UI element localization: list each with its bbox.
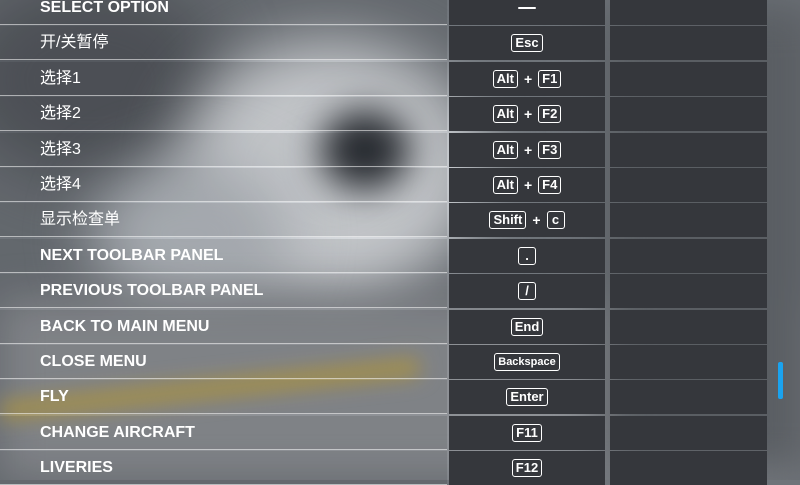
keybinding-row[interactable]: BACK TO MAIN MENU End [0, 309, 800, 344]
keybinding-row[interactable]: FLY Enter [0, 380, 800, 415]
keybinding-row[interactable]: PREVIOUS TOOLBAR PANEL / [0, 274, 800, 309]
action-label: CLOSE MENU [0, 345, 447, 379]
action-label: 选择1 [0, 61, 447, 96]
action-label: 选择4 [0, 168, 447, 202]
key-cap [518, 7, 536, 9]
keybinding-row[interactable]: CHANGE AIRCRAFT F11 [0, 415, 800, 450]
plus-sign: + [523, 177, 533, 193]
primary-binding-cell[interactable]: Esc [449, 26, 605, 61]
secondary-binding-cell[interactable] [610, 380, 767, 415]
keybinding-row[interactable]: NEXT TOOLBAR PANEL. [0, 238, 800, 273]
key-cap: / [518, 282, 536, 301]
primary-binding-cell[interactable]: Alt + F1 [449, 61, 605, 96]
keybinding-row[interactable]: 显示检查单 Shift + c [0, 203, 800, 238]
action-label: 选择3 [0, 132, 447, 167]
keybinding-row[interactable]: 开/关暂停 Esc [0, 26, 800, 61]
scrollbar-thumb[interactable] [778, 362, 783, 399]
secondary-binding-cell[interactable] [610, 274, 767, 309]
plus-sign: + [523, 70, 533, 87]
secondary-binding-cell[interactable] [610, 168, 767, 202]
action-label: 开/关暂停 [0, 26, 447, 61]
key-cap: Alt [492, 176, 518, 194]
action-label: 选择2 [0, 97, 447, 132]
key-cap: . [518, 246, 536, 265]
key-cap: Alt [492, 69, 518, 88]
action-label: BACK TO MAIN MENU [0, 309, 447, 344]
plus-sign: + [523, 106, 533, 123]
action-label: 显示检查单 [0, 203, 447, 238]
primary-binding-cell[interactable]: Shift + c [449, 203, 605, 238]
secondary-binding-cell[interactable] [610, 61, 767, 96]
secondary-binding-cell[interactable] [610, 132, 767, 167]
key-cap: F4 [538, 176, 562, 194]
primary-binding-cell[interactable]: / [449, 274, 605, 309]
primary-binding-cell[interactable]: End [449, 309, 605, 344]
key-cap: Enter [506, 388, 548, 407]
primary-binding-cell[interactable] [449, 0, 605, 25]
key-cap: F1 [538, 69, 562, 88]
key-cap: F3 [538, 140, 562, 159]
key-cap: Alt [492, 105, 518, 124]
secondary-binding-cell[interactable] [610, 345, 767, 379]
secondary-binding-cell[interactable] [610, 203, 767, 238]
secondary-binding-cell[interactable] [610, 309, 767, 344]
secondary-binding-cell[interactable] [610, 0, 767, 25]
primary-binding-cell[interactable]: Enter [449, 380, 605, 415]
key-cap: F12 [511, 459, 543, 478]
key-cap: F11 [512, 423, 542, 442]
secondary-binding-cell[interactable] [610, 415, 767, 450]
keybinding-row[interactable]: 选择3 Alt + F3 [0, 132, 800, 167]
secondary-binding-cell[interactable] [610, 97, 767, 132]
keybinding-row[interactable]: 选择2 Alt + F2 [0, 97, 800, 132]
key-cap: c [546, 211, 565, 230]
action-label: SELECT OPTION [0, 0, 447, 25]
key-cap: End [510, 317, 544, 336]
key-cap: Shift [489, 211, 527, 230]
keybinding-row[interactable]: SELECT OPTION [0, 0, 800, 25]
action-label: NEXT TOOLBAR PANEL [0, 238, 447, 273]
action-label: PREVIOUS TOOLBAR PANEL [0, 274, 447, 309]
keybinding-row[interactable]: 选择4 Alt + F4 [0, 168, 800, 202]
key-cap: Esc [511, 34, 543, 53]
primary-binding-cell[interactable]: Alt + F2 [449, 97, 605, 132]
primary-binding-cell[interactable]: F11 [449, 415, 605, 450]
primary-binding-cell[interactable]: Backspace [449, 345, 605, 379]
primary-binding-cell[interactable]: Alt + F4 [449, 168, 605, 202]
primary-binding-cell[interactable]: . [449, 238, 605, 273]
plus-sign: + [532, 212, 541, 229]
secondary-binding-cell[interactable] [610, 238, 767, 273]
action-label: FLY [0, 380, 447, 415]
key-cap: F2 [538, 105, 562, 124]
keybinding-row[interactable]: CLOSE MENU Backspace [0, 345, 800, 379]
action-label: CHANGE AIRCRAFT [0, 415, 447, 450]
keybinding-row[interactable]: 选择1 Alt + F1 [0, 61, 800, 96]
secondary-binding-cell[interactable] [610, 26, 767, 61]
key-cap: Alt [492, 140, 518, 159]
plus-sign: + [523, 141, 533, 158]
key-cap: Backspace [494, 353, 560, 371]
primary-binding-cell[interactable]: Alt + F3 [449, 132, 605, 167]
